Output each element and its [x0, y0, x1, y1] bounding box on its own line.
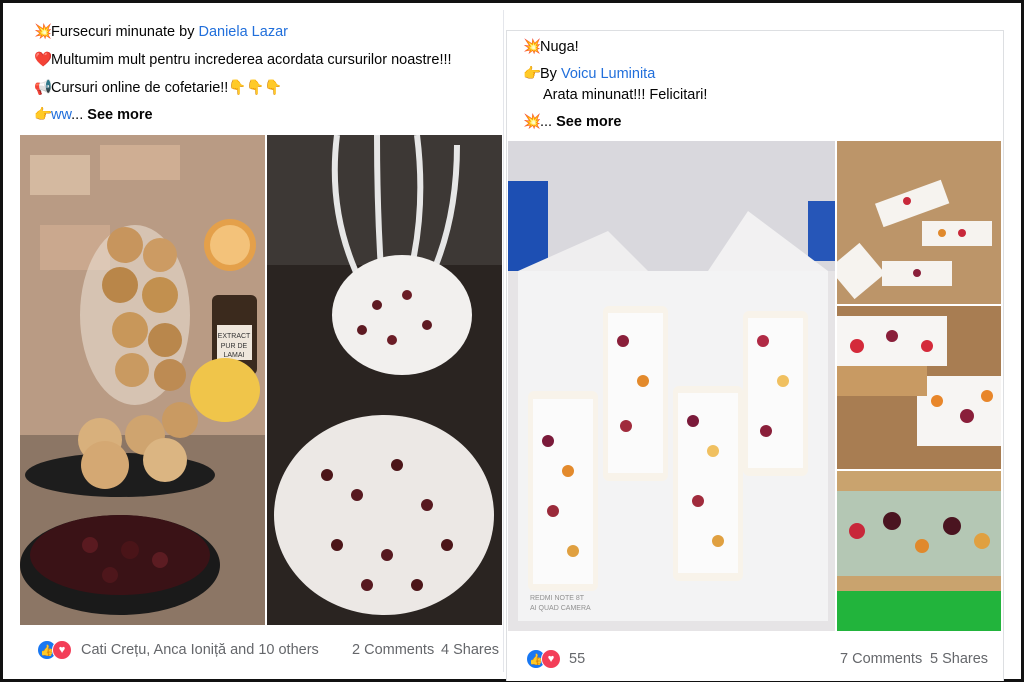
see-more-link[interactable]: See more — [87, 107, 152, 123]
heart-emoji-icon: ❤️ — [34, 52, 53, 68]
post-line-title: 💥Nuga! — [523, 37, 579, 57]
thanks-text: Multumim mult pentru increderea acordata… — [51, 52, 452, 68]
collision-emoji-icon: 💥 — [523, 39, 542, 55]
pointing-down-emoji-icon: 👇👇👇 — [228, 80, 283, 96]
camera-watermark-text: REDMI NOTE 8T AI QUAD CAMERA — [530, 595, 591, 612]
nougat-wafer-photo[interactable] — [837, 471, 1001, 631]
post-line-more: 💥... See more — [523, 112, 621, 132]
collision-emoji-icon: 💥 — [523, 114, 542, 130]
post-line-courses: 📢Cursuri online de cofetarie!!👇👇👇 — [34, 78, 283, 98]
reactions-count[interactable]: 55 — [569, 649, 585, 669]
post-nuga: 💥Nuga! 👉By Voicu Luminita Arata minunat!… — [506, 30, 1004, 681]
truncated-link[interactable]: ww — [51, 107, 71, 123]
post-title-text: Nuga! — [540, 39, 579, 55]
whisk-cranberries-photo[interactable] — [267, 135, 502, 625]
post-line-more: 👉ww... See more — [34, 105, 153, 125]
comments-count[interactable]: 7 Comments — [840, 649, 922, 669]
pointing-right-emoji-icon: 👉 — [34, 107, 53, 123]
by-text: By — [540, 66, 561, 82]
love-icon: ♥ — [52, 640, 72, 660]
post-footer: 👍 ♥ Cati Crețu, Anca Ioniță and 10 other… — [18, 632, 503, 666]
post-line-author: 👉By Voicu Luminita — [523, 64, 655, 84]
post-footer: 👍 ♥ 55 7 Comments 5 Shares — [507, 641, 1003, 675]
ellipsis: ... — [71, 107, 88, 123]
shares-count[interactable]: 4 Shares — [441, 640, 499, 660]
reactions-summary[interactable]: Cati Crețu, Anca Ioniță and 10 others — [81, 640, 319, 660]
comments-count[interactable]: 2 Comments — [352, 640, 434, 660]
collision-emoji-icon: 💥 — [34, 24, 53, 40]
pointing-right-emoji-icon: 👉 — [523, 66, 542, 82]
post-line-title: 💥Fursecuri minunate by Daniela Lazar — [34, 22, 288, 42]
love-icon: ♥ — [541, 649, 561, 669]
ellipsis: ... — [540, 114, 557, 130]
post-title-text: Fursecuri minunate by — [51, 24, 199, 40]
nougat-box-photo[interactable]: REDMI NOTE 8T AI QUAD CAMERA — [508, 141, 835, 631]
post-fursecuri: 💥Fursecuri minunate by Daniela Lazar ❤️M… — [18, 10, 504, 672]
megaphone-emoji-icon: 📢 — [34, 80, 53, 96]
svg-text:EXTRACT: EXTRACT — [218, 333, 251, 340]
svg-text:PUR DE: PUR DE — [221, 343, 248, 350]
reaction-icons[interactable]: 👍 ♥ — [526, 649, 566, 669]
author-link[interactable]: Daniela Lazar — [198, 24, 287, 40]
nougat-slices-photo[interactable] — [837, 141, 1001, 304]
post-line-thanks: ❤️Multumim mult pentru increderea acorda… — [34, 50, 452, 70]
svg-text:LAMAI: LAMAI — [223, 352, 244, 359]
courses-text: Cursuri online de cofetarie!! — [51, 80, 229, 96]
nougat-closeup-photo[interactable] — [837, 306, 1001, 469]
shares-count[interactable]: 5 Shares — [930, 649, 988, 669]
post-line-compliment: Arata minunat!!! Felicitari! — [543, 87, 708, 103]
see-more-link[interactable]: See more — [556, 114, 621, 130]
cookies-jar-photo[interactable]: EXTRACT PUR DE LAMAI — [20, 135, 265, 625]
reaction-icons[interactable]: 👍 ♥ — [37, 640, 77, 660]
author-link[interactable]: Voicu Luminita — [561, 66, 655, 82]
